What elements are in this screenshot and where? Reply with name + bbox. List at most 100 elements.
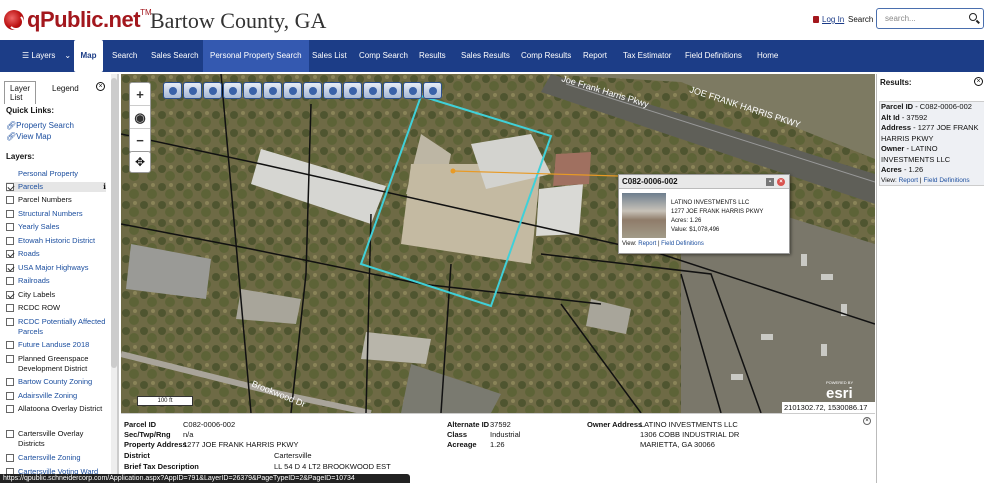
layer-item[interactable]: RCDC Potentially Affected Parcels	[6, 317, 106, 337]
result-report-link[interactable]: Report	[899, 177, 919, 184]
pan-button[interactable]: ✥	[129, 151, 151, 173]
measure-tool-icon[interactable]	[383, 82, 402, 99]
nav-sales-list[interactable]: Sales List	[312, 40, 347, 72]
layer-item[interactable]: Etowah Historic District	[6, 236, 106, 246]
layer-checkbox[interactable]	[6, 210, 14, 218]
layer-item[interactable]: Railroads	[6, 276, 106, 286]
layer-item[interactable]: Cartersville Overlay Districts	[6, 429, 106, 449]
layer-item[interactable]: Yearly Sales	[6, 222, 106, 232]
layer-label[interactable]: USA Major Highways	[18, 263, 88, 273]
layers-tool-icon[interactable]	[283, 82, 302, 99]
layer-checkbox[interactable]	[6, 430, 14, 438]
login-link[interactable]: Log In	[813, 15, 844, 24]
nav-sales-search[interactable]: Sales Search	[151, 40, 199, 72]
layer-item[interactable]: Planned Greenspace Development District	[6, 354, 106, 374]
close-icon[interactable]: ×	[777, 178, 785, 186]
pan-tool-icon[interactable]	[223, 82, 242, 99]
layer-label[interactable]: Parcels	[18, 182, 43, 192]
scrollbar-thumb[interactable]	[111, 78, 117, 368]
layer-item[interactable]: Future Landuse 2018	[6, 340, 106, 350]
globe-extent-button[interactable]: ◉	[130, 106, 150, 129]
layer-checkbox[interactable]	[6, 405, 14, 413]
nav-tax-estimator[interactable]: Tax Estimator	[623, 40, 671, 72]
maximize-icon[interactable]: ▪	[766, 178, 774, 186]
zoom-tool-icon[interactable]	[203, 82, 222, 99]
layer-checkbox[interactable]	[6, 291, 14, 299]
layer-item[interactable]: Allatoona Overlay District	[6, 404, 106, 414]
popup-report-link[interactable]: Report	[638, 241, 656, 247]
tab-layer-list[interactable]: Layer List	[4, 81, 37, 104]
layer-item[interactable]: City Labels	[6, 290, 106, 300]
nav-map[interactable]: Map	[74, 40, 103, 72]
close-panel-icon[interactable]: ×	[96, 82, 105, 91]
layer-checkbox[interactable]	[6, 237, 14, 245]
buffer-tool-icon[interactable]	[303, 82, 322, 99]
layer-label[interactable]: Cartersville Zoning	[18, 453, 81, 463]
layer-item[interactable]: USA Major Highways	[6, 263, 106, 273]
quick-link-view-map[interactable]: 🔗︎View Map	[6, 132, 51, 141]
layer-label[interactable]: Structural Numbers	[18, 209, 83, 219]
layer-label[interactable]: Etowah Historic District	[18, 236, 95, 246]
layer-checkbox[interactable]	[6, 196, 14, 204]
quick-link-property-search[interactable]: 🔗︎Property Search	[6, 121, 74, 130]
layers-scrollbar[interactable]	[111, 74, 117, 483]
nav-results[interactable]: Results	[419, 40, 446, 72]
nav-search[interactable]: Search	[112, 40, 137, 72]
popup-fielddefs-link[interactable]: Field Definitions	[661, 241, 704, 247]
layer-label[interactable]: Personal Property	[18, 169, 78, 179]
layer-checkbox[interactable]	[6, 183, 14, 191]
layer-label[interactable]: RCDC Potentially Affected Parcels	[18, 317, 106, 337]
qpublic-logo[interactable]: qPublic.net TM	[4, 6, 152, 34]
result-item[interactable]: Parcel ID - C082-0006-002 Alt Id - 37592…	[879, 101, 984, 186]
map-view[interactable]: Joe Frank Harris Pkwy JOE FRANK HARRIS P…	[121, 74, 875, 413]
layer-item[interactable]: Roads	[6, 249, 106, 259]
layer-checkbox[interactable]	[6, 223, 14, 231]
nav-sales-results[interactable]: Sales Results	[461, 40, 510, 72]
search-input[interactable]: search...	[876, 8, 984, 29]
layer-checkbox[interactable]	[6, 378, 14, 386]
layer-label[interactable]: Adairsville Zoning	[18, 391, 77, 401]
zoom-out-button[interactable]: −	[130, 129, 150, 152]
nav-personal-property-search[interactable]: Personal Property Search	[203, 40, 309, 72]
layer-checkbox[interactable]	[6, 264, 14, 272]
layer-label[interactable]: Yearly Sales	[18, 222, 59, 232]
zoom-in-button[interactable]: +	[130, 83, 150, 106]
layer-item[interactable]: Cartersville Zoning	[6, 453, 106, 463]
layer-checkbox[interactable]	[6, 277, 14, 285]
search-tool-icon[interactable]	[323, 82, 342, 99]
search-icon[interactable]	[969, 13, 977, 21]
nav-comp-search[interactable]: Comp Search	[359, 40, 408, 72]
nav-report[interactable]: Report	[583, 40, 607, 72]
layer-checkbox[interactable]	[6, 341, 14, 349]
layer-label[interactable]: Future Landuse 2018	[18, 340, 89, 350]
close-detail-icon[interactable]: ×	[863, 417, 871, 425]
property-photo[interactable]	[622, 193, 666, 238]
layer-item[interactable]: Parcels ℹ	[6, 182, 106, 192]
tab-legend[interactable]: Legend	[52, 84, 79, 93]
layer-item[interactable]: Bartow County Zoning	[6, 377, 106, 387]
layer-label[interactable]: Roads	[18, 249, 40, 259]
layer-checkbox[interactable]	[6, 318, 14, 326]
nav-home[interactable]: Home	[757, 40, 778, 72]
nav-comp-results[interactable]: Comp Results	[521, 40, 571, 72]
eraser-tool-icon[interactable]	[243, 82, 262, 99]
select-tool-icon[interactable]	[363, 82, 382, 99]
layer-checkbox[interactable]	[6, 250, 14, 258]
layer-label[interactable]: Bartow County Zoning	[18, 377, 92, 387]
layer-checkbox[interactable]	[6, 454, 14, 462]
layer-info-icon[interactable]: ℹ	[103, 182, 106, 192]
layer-item[interactable]: Adairsville Zoning	[6, 391, 106, 401]
info-tool-icon[interactable]	[163, 82, 182, 99]
layer-label[interactable]: Railroads	[18, 276, 50, 286]
layer-item[interactable]: Personal Property	[6, 169, 106, 179]
image-tool-icon[interactable]	[263, 82, 282, 99]
layer-checkbox[interactable]	[6, 304, 14, 312]
layer-item[interactable]: Parcel Numbers	[6, 195, 106, 205]
nav-layers[interactable]: ☰ Layers ⌄	[22, 40, 71, 72]
layer-checkbox[interactable]	[6, 355, 14, 363]
print-tool-icon[interactable]	[403, 82, 422, 99]
layer-item[interactable]: RCDC ROW	[6, 303, 106, 313]
close-results-icon[interactable]: ×	[974, 77, 983, 86]
nav-field-definitions[interactable]: Field Definitions	[685, 40, 742, 72]
layer-item[interactable]: Structural Numbers	[6, 209, 106, 219]
